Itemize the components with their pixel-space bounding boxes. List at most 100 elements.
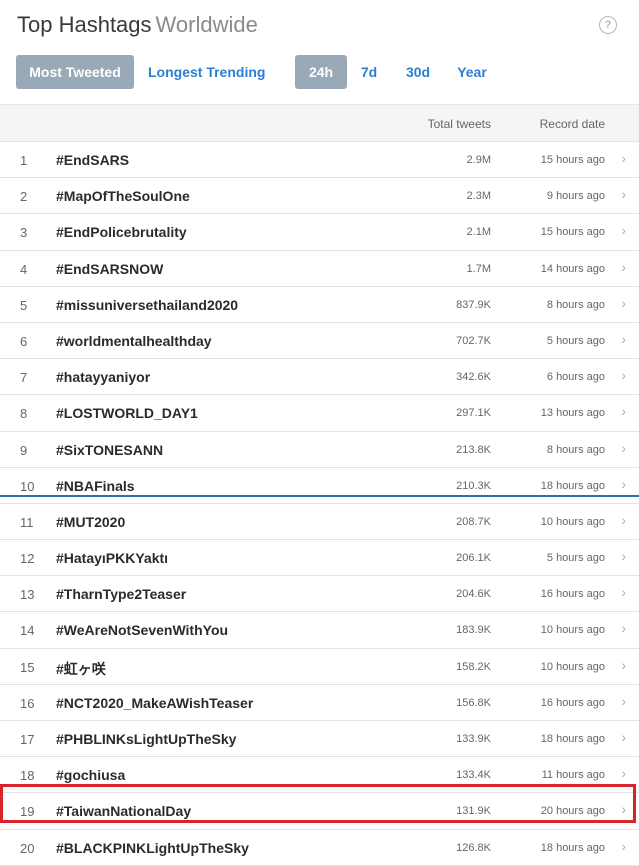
chevron-right-icon[interactable]: › [621, 259, 626, 275]
row-rank: 15 [20, 659, 35, 675]
row-record-date: 16 hours ago [540, 696, 605, 709]
chevron-right-icon[interactable]: › [621, 512, 626, 528]
row-rank: 8 [20, 406, 28, 422]
row-hashtag[interactable]: #MUT2020 [56, 514, 125, 530]
chevron-right-icon[interactable]: › [621, 801, 626, 817]
chevron-right-icon[interactable]: › [621, 584, 626, 600]
chevron-right-icon[interactable]: › [621, 476, 626, 492]
row-record-date: 5 hours ago [546, 552, 605, 565]
row-hashtag[interactable]: #TharnType2Teaser [56, 586, 186, 602]
period-30d-button[interactable]: 30d [403, 55, 433, 89]
table-row[interactable]: 16 #NCT2020_MakeAWishTeaser 156.8K 16 hours… [0, 685, 639, 721]
row-total-tweets: 1.7M [466, 262, 491, 275]
row-hashtag[interactable]: #EndSARS [56, 152, 129, 168]
table-row[interactable]: 5 #missuniversethailand2020 837.9K 8 hours … [0, 287, 639, 323]
row-record-date: 14 hours ago [540, 262, 605, 275]
most-tweeted-button[interactable]: Most Tweeted [16, 55, 134, 89]
row-record-date: 10 hours ago [540, 624, 605, 637]
row-rank: 1 [20, 153, 28, 168]
row-hashtag[interactable]: #EndSARSNOW [56, 261, 163, 277]
row-rank: 18 [20, 768, 35, 784]
row-rank: 13 [20, 587, 35, 603]
chevron-right-icon[interactable]: › [621, 765, 626, 781]
table-row[interactable]: 11 #MUT2020 208.7K 10 hours ago › [0, 504, 639, 541]
chevron-right-icon[interactable]: › [621, 440, 626, 456]
row-rank: 9 [20, 442, 28, 458]
row-total-tweets: 183.9K [456, 624, 491, 637]
row-hashtag[interactable]: #gochiusa [56, 767, 125, 783]
row-hashtag[interactable]: #missuniversethailand2020 [56, 297, 238, 313]
chevron-right-icon[interactable]: › [621, 186, 626, 202]
row-hashtag[interactable]: #虹ヶ咲 [56, 659, 106, 679]
help-icon[interactable]: ? [599, 16, 617, 34]
row-record-date: 18 hours ago [540, 733, 605, 745]
chevron-right-icon[interactable]: › [621, 729, 626, 745]
table-row[interactable]: 7 #hatayyaniyor 342.6K 6 hours ago › [0, 359, 639, 396]
period-7d-button[interactable]: 7d [356, 55, 382, 89]
table-row[interactable]: 8 #LOSTWORLD_DAY1 297.1K 13 hours ago › [0, 395, 639, 432]
table-row[interactable]: 2 #MapOfTheSoulOne 2.3M 9 hours ago › [0, 178, 639, 215]
row-total-tweets: 131.9K [456, 805, 491, 818]
column-header-total-tweets: Total tweets [427, 117, 491, 131]
row-hashtag[interactable]: #MapOfTheSoulOne [56, 188, 190, 204]
row-total-tweets: 208.7K [456, 515, 491, 528]
row-rank: 20 [20, 840, 35, 856]
title-subtitle: Worldwide [155, 12, 258, 37]
row-total-tweets: 2.1M [466, 226, 491, 239]
table-row[interactable]: 4 #EndSARSNOW 1.7M 14 hours ago › [0, 251, 639, 287]
chevron-right-icon[interactable]: › [621, 295, 626, 311]
row-total-tweets: 133.9K [456, 733, 491, 745]
row-record-date: 10 hours ago [540, 515, 605, 528]
row-total-tweets: 2.3M [466, 190, 491, 203]
table-row[interactable]: 15 #虹ヶ咲 158.2K 10 hours ago › [0, 649, 639, 685]
row-hashtag[interactable]: #NCT2020_MakeAWishTeaser [56, 695, 253, 711]
row-total-tweets: 297.1K [456, 407, 491, 420]
row-hashtag[interactable]: #EndPolicebrutality [56, 224, 187, 240]
table-row[interactable]: 14 #WeAreNotSevenWithYou 183.9K 10 hours ag… [0, 612, 639, 649]
chevron-right-icon[interactable]: › [621, 838, 626, 854]
row-total-tweets: 158.2K [456, 660, 491, 673]
chevron-right-icon[interactable]: › [621, 620, 626, 636]
table-row[interactable]: 1 #EndSARS 2.9M 15 hours ago › [0, 142, 639, 179]
period-24h-button[interactable]: 24h [295, 55, 347, 89]
chevron-right-icon[interactable]: › [621, 367, 626, 383]
chevron-right-icon[interactable]: › [621, 150, 626, 166]
row-rank: 14 [20, 623, 35, 639]
row-total-tweets: 210.3K [456, 479, 491, 492]
row-total-tweets: 2.9M [466, 154, 491, 166]
row-hashtag[interactable]: #LOSTWORLD_DAY1 [56, 405, 198, 421]
chevron-right-icon[interactable]: › [621, 657, 626, 673]
table-row[interactable]: 17 #PHBLINKsLightUpTheSky 133.9K 18 hours a… [0, 721, 639, 758]
column-header-record-date: Record date [539, 117, 605, 131]
table-row[interactable]: 19 #TaiwanNationalDay 131.9K 20 hours ago › [0, 793, 639, 830]
chevron-right-icon[interactable]: › [621, 693, 626, 709]
row-hashtag[interactable]: #HatayıPKKYaktı [56, 550, 168, 566]
period-year-button[interactable]: Year [455, 55, 489, 89]
row-record-date: 18 hours ago [540, 479, 605, 492]
chevron-right-icon[interactable]: › [621, 403, 626, 419]
row-hashtag[interactable]: #WeAreNotSevenWithYou [56, 622, 228, 638]
row-total-tweets: 342.6K [456, 371, 491, 384]
row-hashtag[interactable]: #PHBLINKsLightUpTheSky [56, 731, 236, 747]
hashtag-list: 1 #EndSARS 2.9M 15 hours ago › 2 #MapOfTheSoul… [0, 142, 639, 866]
row-hashtag[interactable]: #NBAFinals [56, 478, 135, 494]
row-hashtag[interactable]: #TaiwanNationalDay [56, 803, 191, 819]
chevron-right-icon[interactable]: › [621, 222, 626, 238]
table-row[interactable]: 18 #gochiusa 133.4K 11 hours ago › [0, 757, 639, 794]
chevron-right-icon[interactable]: › [621, 548, 626, 564]
table-row[interactable]: 10 #NBAFinals 210.3K 18 hours ago › [0, 468, 639, 504]
table-row[interactable]: 9 #SixTONESANN 213.8K 8 hours ago › [0, 432, 639, 468]
row-rank: 10 [20, 478, 35, 494]
row-hashtag[interactable]: #SixTONESANN [56, 442, 163, 458]
table-row[interactable]: 13 #TharnType2Teaser 204.6K 16 hours ago › [0, 576, 639, 613]
table-row[interactable]: 6 #worldmentalhealthday 702.7K 5 hours ago › [0, 323, 639, 360]
row-hashtag[interactable]: #worldmentalhealthday [56, 333, 212, 349]
row-total-tweets: 204.6K [456, 588, 491, 601]
table-row[interactable]: 12 #HatayıPKKYaktı 206.1K 5 hours ago › [0, 540, 639, 577]
chevron-right-icon[interactable]: › [621, 331, 626, 347]
row-total-tweets: 702.7K [456, 334, 491, 347]
row-hashtag[interactable]: #hatayyaniyor [56, 369, 150, 385]
table-row[interactable]: 3 #EndPolicebrutality 2.1M 15 hours ago › [0, 214, 639, 251]
longest-trending-button[interactable]: Longest Trending [148, 55, 265, 89]
row-rank: 17 [20, 732, 35, 747]
